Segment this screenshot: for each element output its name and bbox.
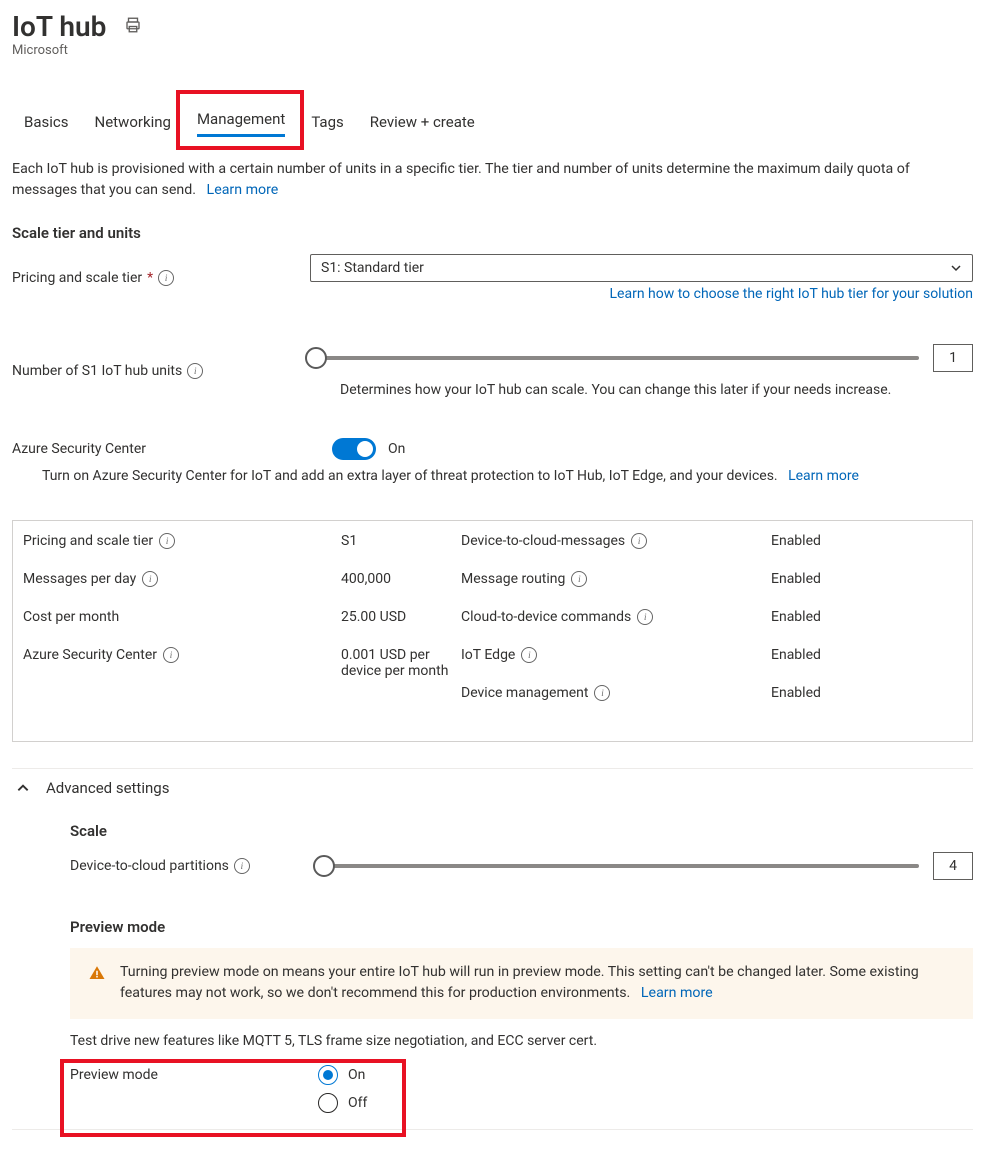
units-slider[interactable] xyxy=(310,356,919,360)
bottom-divider xyxy=(12,1129,973,1130)
info-icon[interactable] xyxy=(187,363,203,379)
partitions-slider[interactable] xyxy=(318,864,919,868)
pricing-tier-value: S1: Standard tier xyxy=(321,260,424,276)
summary-box: Pricing and scale tier S1 Device-to-clou… xyxy=(12,520,973,742)
preview-radio-off[interactable] xyxy=(318,1093,338,1113)
summary-cost-label: Cost per month xyxy=(23,609,119,625)
security-center-state: On xyxy=(388,441,405,457)
pricing-tier-label: Pricing and scale tier xyxy=(12,270,142,286)
required-star: * xyxy=(147,270,153,286)
tab-basics[interactable]: Basics xyxy=(24,107,69,137)
info-icon[interactable] xyxy=(631,533,647,549)
info-icon[interactable] xyxy=(234,858,250,874)
partitions-value-box[interactable]: 4 xyxy=(933,852,973,880)
security-center-toggle[interactable] xyxy=(332,438,376,460)
preview-radio-on-label: On xyxy=(348,1067,365,1083)
summary-c2d-label: Cloud-to-device commands xyxy=(461,609,631,625)
info-icon[interactable] xyxy=(571,571,587,587)
slider-thumb[interactable] xyxy=(313,855,335,877)
summary-routing-label: Message routing xyxy=(461,571,565,587)
preview-radio-off-label: Off xyxy=(348,1095,367,1111)
summary-d2c-value: Enabled xyxy=(771,533,861,549)
advanced-heading: Advanced settings xyxy=(46,779,169,797)
preview-warning-learn-more[interactable]: Learn more xyxy=(641,985,713,1001)
pricing-tier-select[interactable]: S1: Standard tier xyxy=(310,254,973,282)
security-center-label: Azure Security Center xyxy=(12,441,146,457)
summary-d2c-label: Device-to-cloud-messages xyxy=(461,533,625,549)
intro-text: Each IoT hub is provisioned with a certa… xyxy=(12,159,973,200)
summary-pricing-tier-value: S1 xyxy=(341,533,461,549)
tabs: Basics Networking Management Tags Review… xyxy=(12,104,973,137)
preview-radio-on[interactable] xyxy=(318,1065,338,1085)
scale-heading: Scale tier and units xyxy=(12,224,973,242)
tab-networking[interactable]: Networking xyxy=(95,107,171,137)
print-icon[interactable] xyxy=(124,16,142,38)
security-center-desc: Turn on Azure Security Center for IoT an… xyxy=(42,468,778,484)
info-icon[interactable] xyxy=(158,270,174,286)
preview-warning-text: Turning preview mode on means your entir… xyxy=(120,964,919,1001)
security-learn-more-link[interactable]: Learn more xyxy=(788,468,859,484)
info-icon[interactable] xyxy=(594,685,610,701)
intro-paragraph: Each IoT hub is provisioned with a certa… xyxy=(12,161,910,198)
summary-c2d-value: Enabled xyxy=(771,609,861,625)
summary-cost-value: 25.00 USD xyxy=(341,609,461,625)
summary-iotedge-value: Enabled xyxy=(771,647,861,663)
info-icon[interactable] xyxy=(142,571,158,587)
page-title: IoT hub xyxy=(12,10,106,43)
summary-pricing-tier-label: Pricing and scale tier xyxy=(23,533,153,549)
partitions-label: Device-to-cloud partitions xyxy=(70,858,229,874)
adv-scale-heading: Scale xyxy=(70,822,973,840)
intro-learn-more-link[interactable]: Learn more xyxy=(207,182,279,198)
summary-messages-value: 400,000 xyxy=(341,571,461,587)
slider-thumb[interactable] xyxy=(305,347,327,369)
summary-asc-value: 0.001 USD per device per month xyxy=(341,647,451,679)
toggle-knob xyxy=(357,441,373,457)
radio-dot xyxy=(323,1070,333,1080)
preview-warning-banner: Turning preview mode on means your entir… xyxy=(70,948,973,1019)
units-label: Number of S1 IoT hub units xyxy=(12,363,182,379)
pricing-help-link[interactable]: Learn how to choose the right IoT hub ti… xyxy=(610,286,973,302)
chevron-down-icon xyxy=(950,262,962,274)
preview-desc: Test drive new features like MQTT 5, TLS… xyxy=(70,1033,973,1049)
tab-management[interactable]: Management xyxy=(197,104,285,137)
summary-asc-label: Azure Security Center xyxy=(23,647,157,663)
preview-mode-heading: Preview mode xyxy=(70,918,973,936)
units-helper: Determines how your IoT hub can scale. Y… xyxy=(340,382,973,398)
preview-mode-label: Preview mode xyxy=(70,1067,158,1083)
info-icon[interactable] xyxy=(163,647,179,663)
advanced-settings-toggle[interactable]: Advanced settings xyxy=(12,768,973,808)
info-icon[interactable] xyxy=(637,609,653,625)
info-icon[interactable] xyxy=(159,533,175,549)
summary-devmgmt-label: Device management xyxy=(461,685,588,701)
summary-messages-label: Messages per day xyxy=(23,571,136,587)
summary-devmgmt-value: Enabled xyxy=(771,685,861,701)
tab-review-create[interactable]: Review + create xyxy=(370,107,475,137)
info-icon[interactable] xyxy=(521,647,537,663)
page-subtitle: Microsoft xyxy=(12,43,973,58)
chevron-up-icon xyxy=(16,781,30,795)
summary-routing-value: Enabled xyxy=(771,571,861,587)
units-value-box[interactable]: 1 xyxy=(933,344,973,372)
warning-icon xyxy=(88,964,106,982)
tab-tags[interactable]: Tags xyxy=(311,107,343,137)
summary-iotedge-label: IoT Edge xyxy=(461,647,515,663)
